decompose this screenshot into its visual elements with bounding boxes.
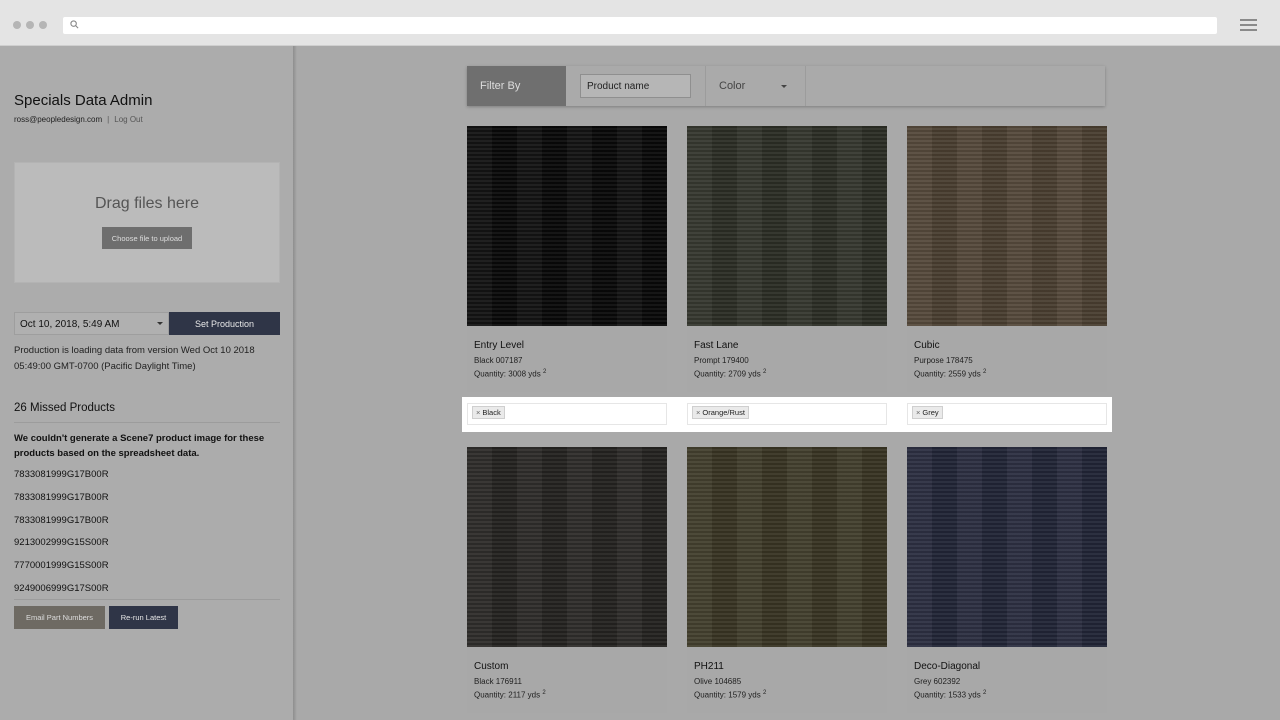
product-code: Grey 602392 bbox=[914, 677, 961, 686]
menu-icon[interactable] bbox=[1240, 19, 1257, 31]
product-code: Purpose 178475 bbox=[914, 356, 973, 365]
part-number: 7833081999G17B00R bbox=[14, 492, 109, 503]
product-code: Prompt 179400 bbox=[694, 356, 749, 365]
product-swatch-image bbox=[687, 126, 887, 326]
dropzone-title: Drag files here bbox=[94, 195, 200, 212]
filter-label: Filter By bbox=[467, 66, 566, 106]
product-quantity: Quantity: 1533 yds 2 bbox=[914, 690, 987, 700]
product-name: Deco-Diagonal bbox=[914, 661, 981, 672]
product-code: Olive 104685 bbox=[694, 677, 742, 686]
part-number: 9249006999G17S00R bbox=[14, 583, 109, 594]
browser-chrome bbox=[0, 0, 1280, 46]
product-swatch-image bbox=[907, 447, 1107, 647]
window-close-dot[interactable] bbox=[13, 21, 21, 29]
window-minimize-dot[interactable] bbox=[26, 21, 34, 29]
set-production-button[interactable]: Set Production bbox=[169, 312, 280, 335]
part-number: 7833081999G17B00R bbox=[14, 515, 109, 526]
missed-products-heading: 26 Missed Products bbox=[14, 402, 115, 414]
choose-file-button[interactable]: Choose file to upload bbox=[102, 227, 192, 249]
color-tag[interactable]: × Black bbox=[472, 406, 505, 419]
product-swatch-image bbox=[467, 447, 667, 647]
part-number: 7833081999G17B00R bbox=[14, 469, 109, 480]
rerun-latest-button[interactable]: Re-run Latest bbox=[109, 606, 178, 629]
version-date-select[interactable]: Oct 10, 2018, 5:49 AM bbox=[14, 312, 169, 335]
color-tag[interactable]: × Grey bbox=[912, 406, 943, 419]
color-select[interactable]: Color bbox=[719, 80, 745, 92]
filter-separator bbox=[705, 66, 706, 106]
address-bar[interactable] bbox=[63, 17, 1217, 34]
product-name-input[interactable] bbox=[580, 74, 691, 98]
search-icon bbox=[70, 20, 79, 29]
product-quantity: Quantity: 3008 yds 2 bbox=[474, 369, 547, 379]
product-code: Black 176911 bbox=[474, 677, 522, 686]
remove-tag-icon[interactable]: × bbox=[696, 408, 700, 417]
product-quantity: Quantity: 1579 yds 2 bbox=[694, 690, 767, 700]
product-quantity: Quantity: 2117 yds 2 bbox=[474, 690, 546, 700]
user-email: ross@peopledesign.com bbox=[14, 115, 103, 124]
product-card[interactable]: Cubic Purpose 178475 Quantity: 2559 yds … bbox=[907, 126, 1107, 392]
product-name: Custom bbox=[474, 661, 509, 672]
product-name: Entry Level bbox=[474, 340, 525, 351]
file-dropzone[interactable] bbox=[14, 162, 280, 283]
caret-down-icon[interactable] bbox=[781, 85, 787, 88]
remove-tag-icon[interactable]: × bbox=[476, 408, 480, 417]
product-card[interactable]: Fast Lane Prompt 179400 Quantity: 2709 y… bbox=[687, 126, 887, 392]
divider bbox=[14, 599, 280, 600]
product-card[interactable]: PH211 Olive 104685 Quantity: 1579 yds 2 bbox=[687, 447, 887, 713]
product-code: Black 007187 bbox=[474, 356, 523, 365]
logout-link[interactable]: Log Out bbox=[114, 115, 142, 124]
product-swatch-image bbox=[907, 126, 1107, 326]
missed-products-description: We couldn't generate a Scene7 product im… bbox=[14, 433, 265, 459]
account-separator: | bbox=[107, 115, 110, 124]
filter-separator bbox=[805, 66, 806, 106]
caret-down-icon bbox=[157, 322, 163, 325]
product-swatch-image bbox=[687, 447, 887, 647]
page-title: Specials Data Admin bbox=[14, 92, 153, 109]
sidebar-divider bbox=[293, 46, 297, 720]
product-card[interactable]: Deco-Diagonal Grey 602392 Quantity: 1533… bbox=[907, 447, 1107, 713]
remove-tag-icon[interactable]: × bbox=[916, 408, 920, 417]
part-number: 9213002999G15S00R bbox=[14, 537, 109, 548]
product-quantity: Quantity: 2559 yds 2 bbox=[914, 369, 987, 379]
version-date-value: Oct 10, 2018, 5:49 AM bbox=[20, 319, 120, 330]
product-name: Fast Lane bbox=[694, 340, 739, 351]
part-number: 7770001999G15S00R bbox=[14, 560, 109, 571]
color-tag[interactable]: × Orange/Rust bbox=[692, 406, 749, 419]
product-card[interactable]: Custom Black 176911 Quantity: 2117 yds 2 bbox=[467, 447, 667, 713]
email-part-numbers-button[interactable]: Email Part Numbers bbox=[14, 606, 105, 629]
account-info: ross@peopledesign.com | Log Out bbox=[14, 115, 143, 124]
product-card[interactable]: Entry Level Black 007187 Quantity: 3008 … bbox=[467, 126, 667, 392]
product-swatch-image bbox=[467, 126, 667, 326]
divider bbox=[14, 422, 280, 423]
window-maximize-dot[interactable] bbox=[39, 21, 47, 29]
product-name: PH211 bbox=[694, 661, 724, 672]
product-quantity: Quantity: 2709 yds 2 bbox=[694, 369, 767, 379]
product-name: Cubic bbox=[914, 340, 940, 351]
production-status: Production is loading data from version … bbox=[14, 345, 255, 372]
